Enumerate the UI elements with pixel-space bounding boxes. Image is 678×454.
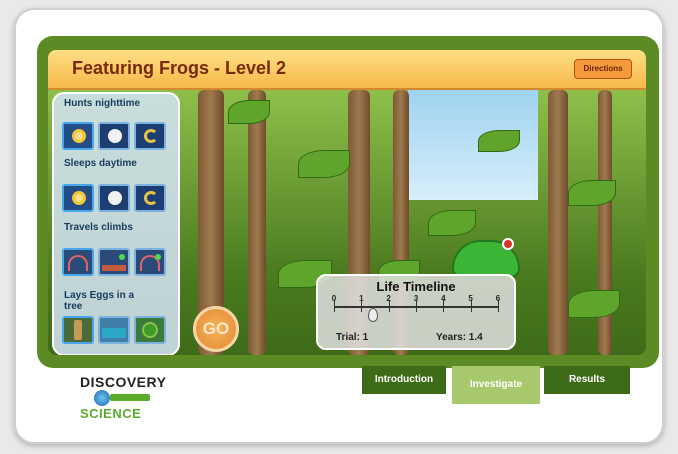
- timeline-tick-label: 6: [495, 294, 501, 303]
- tree-trunk: [548, 90, 568, 355]
- timeline-tick-label: 2: [386, 294, 391, 303]
- water-icon: [102, 328, 126, 338]
- leaf-icon: [142, 322, 158, 338]
- hunts-option-night[interactable]: [98, 122, 130, 150]
- discovery-science-logo: DISCOVERY SCIENCE: [80, 374, 166, 422]
- leaf: [228, 100, 270, 124]
- crescent-icon: [144, 129, 158, 143]
- directions-button[interactable]: Directions: [574, 59, 632, 79]
- header-bar: Featuring Frogs - Level 2 Directions: [48, 50, 646, 90]
- sleeps-option-crescent[interactable]: [134, 184, 166, 212]
- trait-label-eggs: Lays Eggs in a tree: [64, 290, 135, 312]
- moon-icon: [108, 129, 122, 143]
- trial-count: Trial: 1: [336, 332, 369, 343]
- frog-dot-icon: [155, 254, 161, 260]
- frog-dot-icon: [119, 254, 125, 260]
- sun-icon: [72, 191, 86, 205]
- frog-eye: [502, 238, 514, 250]
- travels-option-climb[interactable]: [134, 248, 166, 276]
- trait-label-sleeps: Sleeps daytime: [64, 158, 137, 169]
- life-timeline: Life Timeline Trial: 1 Years: 1.4 0 1 2 3 4 5…: [316, 274, 516, 350]
- logo-bar: [110, 394, 150, 401]
- sleeps-option-dawn[interactable]: [62, 184, 94, 212]
- ground-icon: [102, 265, 126, 271]
- leaf: [428, 210, 476, 236]
- trait-label-hunts: Hunts nighttime: [64, 98, 141, 109]
- years-readout: Years: 1.4: [436, 332, 483, 343]
- tree-frog: [452, 238, 520, 278]
- globe-icon: [94, 390, 110, 406]
- leaf: [568, 290, 620, 318]
- eggs-option-leaf[interactable]: [134, 316, 166, 344]
- logo-science-text: SCIENCE: [80, 406, 142, 421]
- timeline-tick-label: 0: [331, 294, 337, 303]
- hunts-option-dawn[interactable]: [62, 122, 94, 150]
- timeline-tick-label: 1: [359, 294, 364, 303]
- go-button[interactable]: GO: [193, 306, 239, 352]
- travels-option-walk[interactable]: [98, 248, 130, 276]
- trait-label-travels: Travels climbs: [64, 222, 133, 233]
- tree-icon: [74, 320, 82, 340]
- timeline-tick-label: 3: [413, 294, 419, 303]
- logo-discovery-text: DISCOVERY: [80, 374, 167, 390]
- tab-results[interactable]: Results: [544, 366, 630, 394]
- hop-arc-icon: [68, 255, 88, 271]
- crescent-icon: [144, 191, 158, 205]
- eggs-option-tree[interactable]: [62, 316, 94, 344]
- trait-panel: Hunts nighttime Sleeps daytime Travels c…: [52, 92, 180, 355]
- eggs-option-water[interactable]: [98, 316, 130, 344]
- tab-investigate[interactable]: Investigate: [452, 366, 540, 404]
- tree-trunk: [248, 90, 266, 355]
- page-title: Featuring Frogs - Level 2: [72, 58, 287, 78]
- timeline-tick-label: 4: [441, 294, 446, 303]
- timeline-title: Life Timeline: [376, 279, 456, 294]
- leaf: [298, 150, 350, 178]
- travels-option-hop[interactable]: [62, 248, 94, 276]
- sleeps-option-night[interactable]: [98, 184, 130, 212]
- tab-introduction[interactable]: Introduction: [362, 366, 446, 394]
- timeline-tick-label: 5: [468, 294, 473, 303]
- leaf: [478, 130, 520, 152]
- timeline-marker[interactable]: [368, 308, 379, 322]
- leaf: [568, 180, 616, 206]
- game-area: Featuring Frogs - Level 2 Directions Hun…: [48, 50, 646, 355]
- moon-icon: [108, 191, 122, 205]
- sun-icon: [72, 129, 86, 143]
- hunts-option-crescent[interactable]: [134, 122, 166, 150]
